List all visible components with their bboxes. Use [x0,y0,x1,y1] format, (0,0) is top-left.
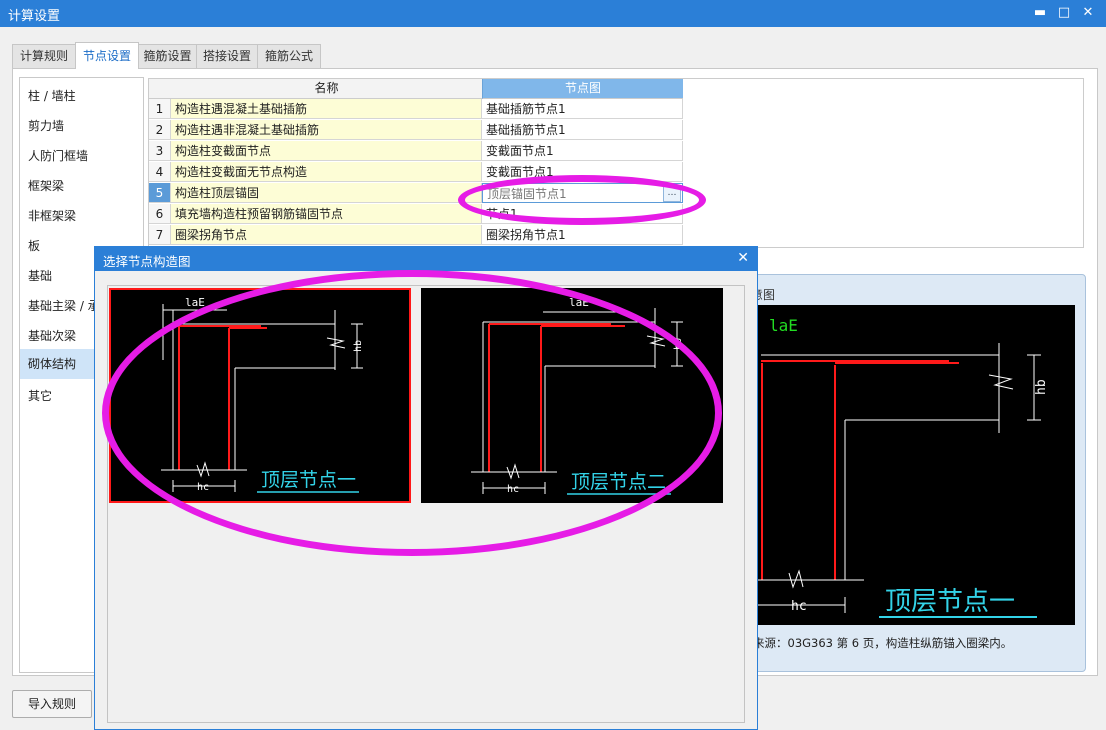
row-node-value[interactable]: 变截面节点1 [482,162,683,182]
row-number: 7 [149,225,171,245]
row-node-value[interactable]: 节点1 [482,204,683,224]
row-name[interactable]: 圈梁拐角节点 [171,225,482,245]
row-name[interactable]: 构造柱顶层锚固 [171,183,482,203]
row-name[interactable]: 填充墙构造柱预留钢筋锚固节点 [171,204,482,224]
select-node-dialog: 选择节点构造图 ✕ laE hb hc 顶层节点一 laE hb hc 顶层节点… [94,246,758,730]
column-header-node[interactable]: 节点图 [482,79,683,99]
dialog-close-icon[interactable]: ✕ [737,250,749,266]
tab-stirrup-formula[interactable]: 箍筋公式 [257,44,321,68]
diagram-option-1[interactable]: laE hb hc 顶层节点一 [109,288,411,503]
tab-stirrup-settings[interactable]: 箍筋设置 [138,44,197,68]
row-node-editor[interactable]: 顶层锚固节点1 … [482,183,683,203]
tab-node-settings[interactable]: 节点设置 [75,42,139,69]
hb-label: hb [353,340,364,352]
minimize-icon[interactable]: ▬ [1030,3,1050,23]
hc-label: hc [791,599,807,614]
top-node-diagram-large: laE hb hc 顶层节点一 [749,316,1049,618]
row-number: 3 [149,141,171,161]
row-number-header [149,79,171,99]
preview-caption: 顶层节点一 [885,587,1015,617]
tab-lap-settings[interactable]: 搭接设置 [196,44,258,68]
window-title: 计算设置 [8,9,61,24]
dialog-title: 选择节点构造图 [103,254,191,269]
close-icon[interactable]: ✕ [1078,3,1098,23]
row-number: 4 [149,162,171,182]
lae-label: laE [769,316,798,335]
source-note: 来源：03G363 第 6 页，构造柱纵筋锚入圈梁内。 [753,636,1013,650]
row-node-value[interactable]: 基础插筋节点1 [482,120,683,140]
row-number: 2 [149,120,171,140]
option-caption: 顶层节点一 [261,469,356,491]
row-name[interactable]: 构造柱变截面节点 [171,141,482,161]
row-number: 1 [149,99,171,119]
hc-label: hc [507,484,519,495]
window-titlebar: 计算设置 ▬ □ ✕ [0,0,1106,27]
column-header-name[interactable]: 名称 [171,79,482,99]
row-node-value: 顶层锚固节点1 [487,187,567,201]
tab-calc-rules[interactable]: 计算规则 [12,44,76,68]
maximize-icon[interactable]: □ [1054,3,1074,23]
nav-item-column[interactable]: 柱 / 墙柱 [20,82,143,110]
diagram-option-2[interactable]: laE hb hc 顶层节点二 [421,288,723,503]
preview-diagram: laE hb hc 顶层节点一 [749,305,1075,625]
option-caption: 顶层节点二 [571,471,666,493]
diagram-preview-panel: 意图 laE hb hc 顶层节点一 来源：03G363 第 6 页，构造柱纵筋… [742,274,1086,672]
row-node-value[interactable]: 变截面节点1 [482,141,683,161]
hc-label: hc [197,482,209,493]
nav-item-frame-beam[interactable]: 框架梁 [20,172,143,200]
import-rules-button[interactable]: 导入规则 [12,690,92,718]
hb-label: hb [673,338,684,350]
node-settings-table: 名称 节点图 1 构造柱遇混凝土基础插筋 基础插筋节点1 2 构造柱遇非混凝土基… [148,78,1084,248]
lae-label: laE [185,296,205,309]
row-number: 6 [149,204,171,224]
lae-label: laE [569,296,589,309]
row-node-value[interactable]: 基础插筋节点1 [482,99,683,119]
hb-label: hb [1034,379,1049,395]
row-name[interactable]: 构造柱变截面无节点构造 [171,162,482,182]
row-number-selected: 5 [149,183,171,203]
dialog-titlebar: 选择节点构造图 ✕ [95,247,757,271]
row-name[interactable]: 构造柱遇非混凝土基础插筋 [171,120,482,140]
top-node-diagram-2: laE hb hc 顶层节点二 [471,296,684,495]
row-node-value[interactable]: 圈梁拐角节点1 [482,225,683,245]
top-node-diagram-1: laE hb hc 顶层节点一 [161,296,364,493]
nav-item-civil-defense-frame[interactable]: 人防门框墙 [20,142,143,170]
nav-item-non-frame-beam[interactable]: 非框架梁 [20,202,143,230]
ellipsis-button[interactable]: … [663,186,681,202]
row-name[interactable]: 构造柱遇混凝土基础插筋 [171,99,482,119]
nav-item-shear-wall[interactable]: 剪力墙 [20,112,143,140]
